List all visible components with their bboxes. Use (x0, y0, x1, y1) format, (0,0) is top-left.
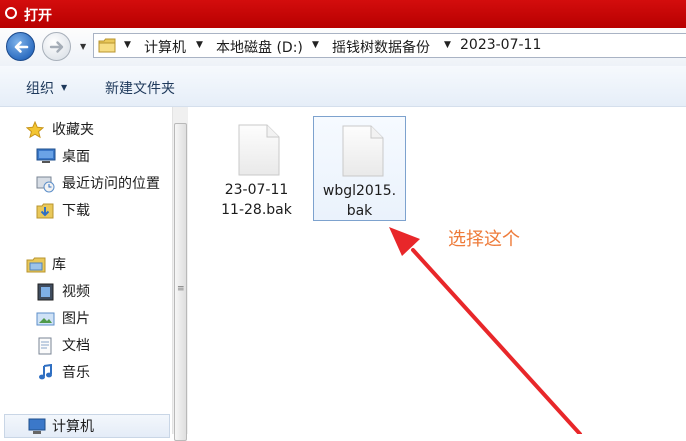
computer-icon (28, 418, 46, 434)
sidebar-item-label: 计算机 (52, 419, 94, 435)
recent-pages-dropdown[interactable]: ▼ (80, 42, 86, 51)
scrollbar-thumb[interactable] (174, 123, 187, 441)
sidebar-item-computer[interactable]: 计算机 (4, 414, 170, 438)
command-toolbar: 组织 ▼ 新建文件夹 (0, 66, 686, 107)
crumb-separator[interactable]: ▼ (196, 40, 203, 50)
file-item[interactable]: 23-07-11 11-28.bak (210, 116, 303, 221)
breadcrumb[interactable]: ▼ 计算机 ▼ 本地磁盘 (D:) ▼ 摇钱树数据备份 ▼ 2023-07-11 (93, 33, 686, 58)
sidebar-item-label: 视频 (62, 284, 90, 300)
blank-file-icon (342, 125, 384, 177)
sidebar-item-label: 图片 (62, 311, 90, 327)
crumb-backup-folder[interactable]: 摇钱树数据备份 (332, 37, 430, 57)
recent-places-icon (36, 176, 55, 193)
title-bar: 打开 (0, 0, 686, 28)
crumb-date-folder[interactable]: 2023-07-11 (460, 37, 541, 53)
desktop-icon (36, 148, 56, 163)
navigation-pane: 收藏夹 桌面 最近访问的位置 下载 库 视频 图片 文档 音乐 计算机 (0, 107, 172, 438)
file-name: wbgl2015. bak (322, 183, 397, 219)
crumb-local-disk[interactable]: 本地磁盘 (D:) (216, 37, 303, 57)
window-title: 打开 (24, 8, 52, 24)
file-list-pane: 23-07-11 11-28.bak wbgl2015. bak (188, 107, 686, 434)
new-folder-button[interactable]: 新建文件夹 (105, 78, 175, 98)
forward-button[interactable] (42, 32, 71, 61)
annotation-text: 选择这个 (448, 229, 520, 250)
sidebar-item-label: 库 (52, 257, 66, 273)
address-bar-area: ▼ ▼ 计算机 ▼ 本地磁盘 (D:) ▼ 摇钱树数据备份 ▼ 2023-07-… (0, 28, 686, 66)
arrow-left-icon (14, 41, 29, 53)
file-item-selected[interactable]: wbgl2015. bak (313, 116, 406, 221)
chevron-down-icon: ▼ (61, 83, 68, 92)
blank-file-icon (238, 124, 280, 176)
app-icon (5, 7, 17, 19)
pictures-icon (36, 312, 55, 326)
folder-icon (98, 38, 116, 53)
back-button[interactable] (6, 32, 35, 61)
crumb-separator[interactable]: ▼ (444, 40, 451, 50)
documents-icon (38, 337, 52, 355)
scrollbar-grip-icon: ≡ (177, 284, 185, 294)
arrow-right-icon (49, 41, 64, 53)
sidebar-item-label: 下载 (62, 203, 90, 219)
sidebar-item-label: 音乐 (62, 365, 90, 381)
downloads-icon (36, 203, 54, 219)
crumb-computer[interactable]: 计算机 (144, 37, 186, 57)
video-icon (37, 283, 54, 301)
organize-button[interactable]: 组织 (26, 78, 54, 98)
sidebar-item-label: 桌面 (62, 149, 90, 165)
navigation-scrollbar[interactable]: ≡ (172, 107, 189, 441)
crumb-separator[interactable]: ▼ (124, 40, 131, 50)
sidebar-item-label: 收藏夹 (52, 122, 94, 138)
library-icon (26, 257, 46, 273)
music-icon (39, 364, 52, 380)
crumb-separator[interactable]: ▼ (312, 40, 319, 50)
sidebar-item-label: 文档 (62, 338, 90, 354)
file-name: 23-07-11 11-28.bak (221, 182, 292, 218)
star-icon (26, 121, 44, 139)
sidebar-item-label: 最近访问的位置 (62, 176, 160, 192)
